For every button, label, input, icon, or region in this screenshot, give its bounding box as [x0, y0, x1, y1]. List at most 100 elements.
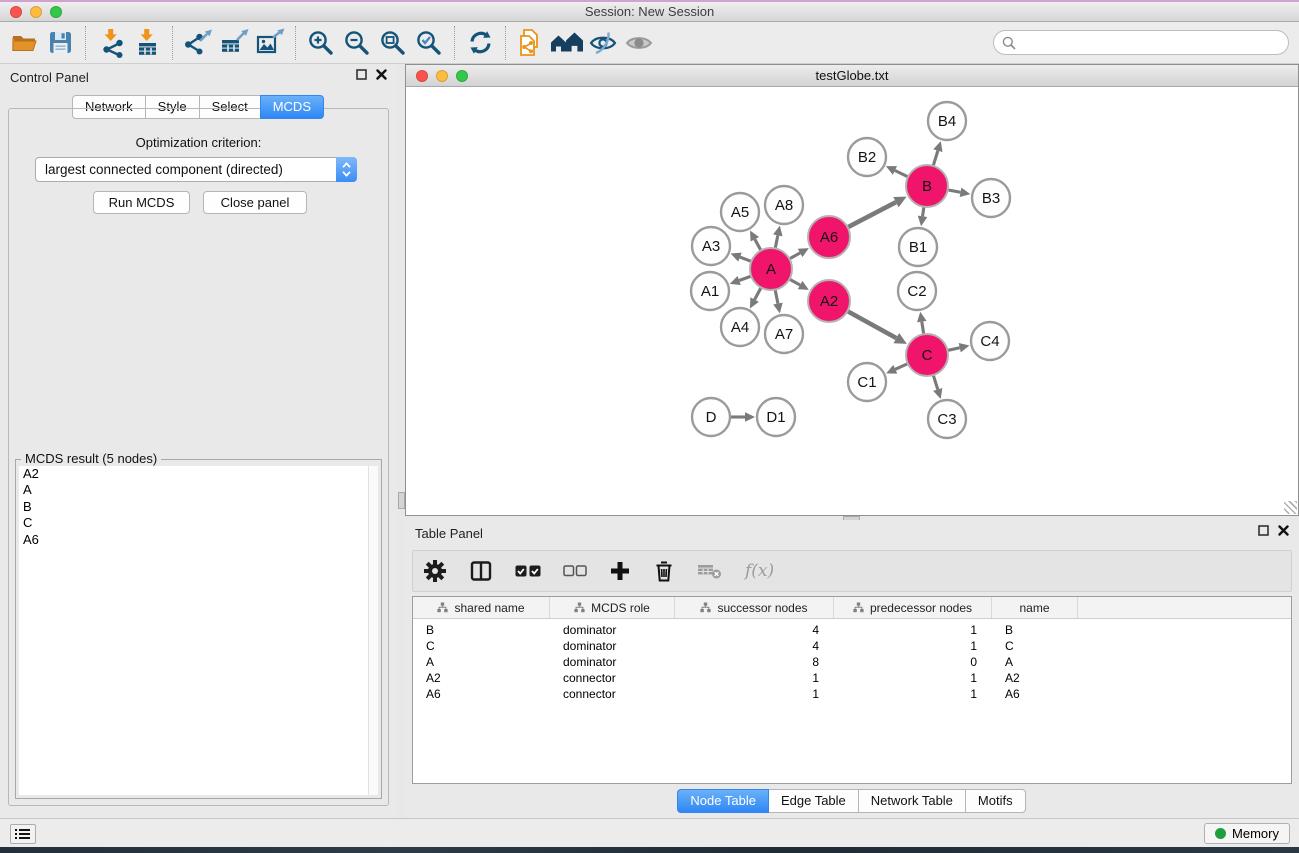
- show-all-button[interactable]: [621, 25, 657, 61]
- table-cell[interactable]: C: [992, 639, 1078, 653]
- graph-edge-A-A8[interactable]: [775, 235, 778, 248]
- zoom-fit-button[interactable]: [375, 25, 411, 61]
- graph-edge-C-C1[interactable]: [895, 364, 908, 370]
- result-list-item[interactable]: A6: [19, 532, 378, 548]
- add-column-button[interactable]: [609, 560, 631, 582]
- table-cell[interactable]: A: [413, 655, 550, 669]
- graph-edge-C-C2[interactable]: [922, 322, 924, 335]
- table-cell[interactable]: 8: [675, 655, 834, 669]
- close-panel-button[interactable]: Close panel: [203, 191, 307, 214]
- function-builder-button[interactable]: f(x): [745, 561, 774, 581]
- graph-edge-A-A4[interactable]: [755, 288, 761, 300]
- zoom-in-button[interactable]: [303, 25, 339, 61]
- search-field[interactable]: [993, 30, 1289, 55]
- close-panel-icon[interactable]: [376, 69, 387, 80]
- table-cell[interactable]: A2: [413, 671, 550, 685]
- zoom-selected-button[interactable]: [411, 25, 447, 61]
- close-window-button[interactable]: [10, 6, 22, 18]
- window-resize-grip[interactable]: [1284, 501, 1297, 514]
- table-cell[interactable]: 1: [834, 687, 992, 701]
- table-cell[interactable]: dominator: [550, 623, 675, 637]
- graph-edge-C-C4[interactable]: [947, 348, 959, 351]
- result-list-item[interactable]: A: [19, 482, 378, 498]
- graph-edge-A-A3[interactable]: [740, 257, 751, 261]
- graph-edge-A-A6[interactable]: [789, 253, 800, 259]
- column-header-shared-name[interactable]: shared name: [413, 597, 550, 618]
- delete-column-button[interactable]: [653, 559, 675, 583]
- export-image-button[interactable]: [252, 25, 288, 61]
- table-cell[interactable]: A6: [413, 687, 550, 701]
- search-input[interactable]: [1021, 35, 1288, 50]
- table-cell[interactable]: dominator: [550, 655, 675, 669]
- select-all-button[interactable]: [515, 563, 541, 579]
- result-list-item[interactable]: B: [19, 499, 378, 515]
- table-cell[interactable]: connector: [550, 671, 675, 685]
- hide-selected-button[interactable]: [585, 25, 621, 61]
- graph-edge-B-B1[interactable]: [923, 207, 924, 217]
- table-cell[interactable]: connector: [550, 687, 675, 701]
- duplicate-network-button[interactable]: [513, 25, 549, 61]
- graph-edge-B-B3[interactable]: [948, 190, 961, 192]
- export-network-button[interactable]: [180, 25, 216, 61]
- close-panel-icon[interactable]: [1278, 525, 1289, 536]
- table-row[interactable]: Adominator80A: [413, 654, 1291, 670]
- network-window-titlebar[interactable]: testGlobe.txt: [406, 65, 1298, 87]
- import-network-button[interactable]: [93, 25, 129, 61]
- table-cell[interactable]: 1: [834, 623, 992, 637]
- table-row[interactable]: A2connector11A2: [413, 670, 1291, 686]
- table-cell[interactable]: 1: [834, 639, 992, 653]
- graph-edge-A-A7[interactable]: [775, 290, 778, 304]
- result-list-item[interactable]: A2: [19, 466, 378, 482]
- column-header-successor-nodes[interactable]: successor nodes: [675, 597, 834, 618]
- table-cell[interactable]: B: [413, 623, 550, 637]
- table-row[interactable]: A6connector11A6: [413, 686, 1291, 702]
- minimize-window-button[interactable]: [30, 6, 42, 18]
- home-button[interactable]: [549, 25, 585, 61]
- result-list-scrollbar[interactable]: [368, 466, 378, 795]
- graph-edge-A2-C[interactable]: [847, 311, 896, 338]
- graph-edge-A-A2[interactable]: [789, 279, 800, 285]
- table-row[interactable]: Bdominator41B: [413, 622, 1291, 638]
- split-pane-handle-vertical[interactable]: [398, 492, 405, 509]
- criterion-dropdown[interactable]: largest connected component (directed): [35, 157, 357, 182]
- save-session-button[interactable]: [42, 25, 78, 61]
- graph-edge-A-A5[interactable]: [755, 239, 761, 250]
- table-cell[interactable]: 4: [675, 639, 834, 653]
- tab-network-table[interactable]: Network Table: [858, 789, 966, 813]
- graph-edge-A6-B[interactable]: [848, 202, 896, 227]
- run-mcds-button[interactable]: Run MCDS: [93, 191, 190, 214]
- table-cell[interactable]: 4: [675, 623, 834, 637]
- graph-edge-B-B2[interactable]: [895, 170, 908, 176]
- tab-motifs[interactable]: Motifs: [965, 789, 1026, 813]
- column-header-name[interactable]: name: [992, 597, 1078, 618]
- result-list-item[interactable]: C: [19, 515, 378, 531]
- table-cell[interactable]: 0: [834, 655, 992, 669]
- zoom-out-button[interactable]: [339, 25, 375, 61]
- column-header-predecessor-nodes[interactable]: predecessor nodes: [834, 597, 992, 618]
- table-cell[interactable]: A2: [992, 671, 1078, 685]
- import-table-button[interactable]: [129, 25, 165, 61]
- zoom-network-button[interactable]: [456, 70, 468, 82]
- mcds-result-list[interactable]: A2ABCA6: [19, 466, 378, 795]
- float-panel-icon[interactable]: [356, 69, 367, 80]
- memory-button[interactable]: Memory: [1204, 823, 1290, 844]
- table-cell[interactable]: 1: [675, 687, 834, 701]
- zoom-window-button[interactable]: [50, 6, 62, 18]
- graph-edge-A-A1[interactable]: [739, 276, 751, 280]
- table-cell[interactable]: dominator: [550, 639, 675, 653]
- network-graph-canvas[interactable]: AA1A2A3A4A5A6A7A8BB1B2B3B4CC1C2C3C4DD1: [406, 87, 1298, 515]
- refresh-button[interactable]: [462, 25, 498, 61]
- table-settings-button[interactable]: [423, 559, 447, 583]
- tab-mcds[interactable]: MCDS: [260, 95, 324, 119]
- graph-edge-C-C3[interactable]: [933, 375, 937, 389]
- minimize-network-button[interactable]: [436, 70, 448, 82]
- table-cell[interactable]: B: [992, 623, 1078, 637]
- column-header-mcds-role[interactable]: MCDS role: [550, 597, 675, 618]
- tab-node-table[interactable]: Node Table: [677, 789, 769, 813]
- table-cell[interactable]: C: [413, 639, 550, 653]
- show-columns-button[interactable]: [469, 559, 493, 583]
- table-cell[interactable]: A6: [992, 687, 1078, 701]
- task-history-button[interactable]: [10, 824, 36, 844]
- float-panel-icon[interactable]: [1258, 525, 1269, 536]
- open-session-button[interactable]: [6, 25, 42, 61]
